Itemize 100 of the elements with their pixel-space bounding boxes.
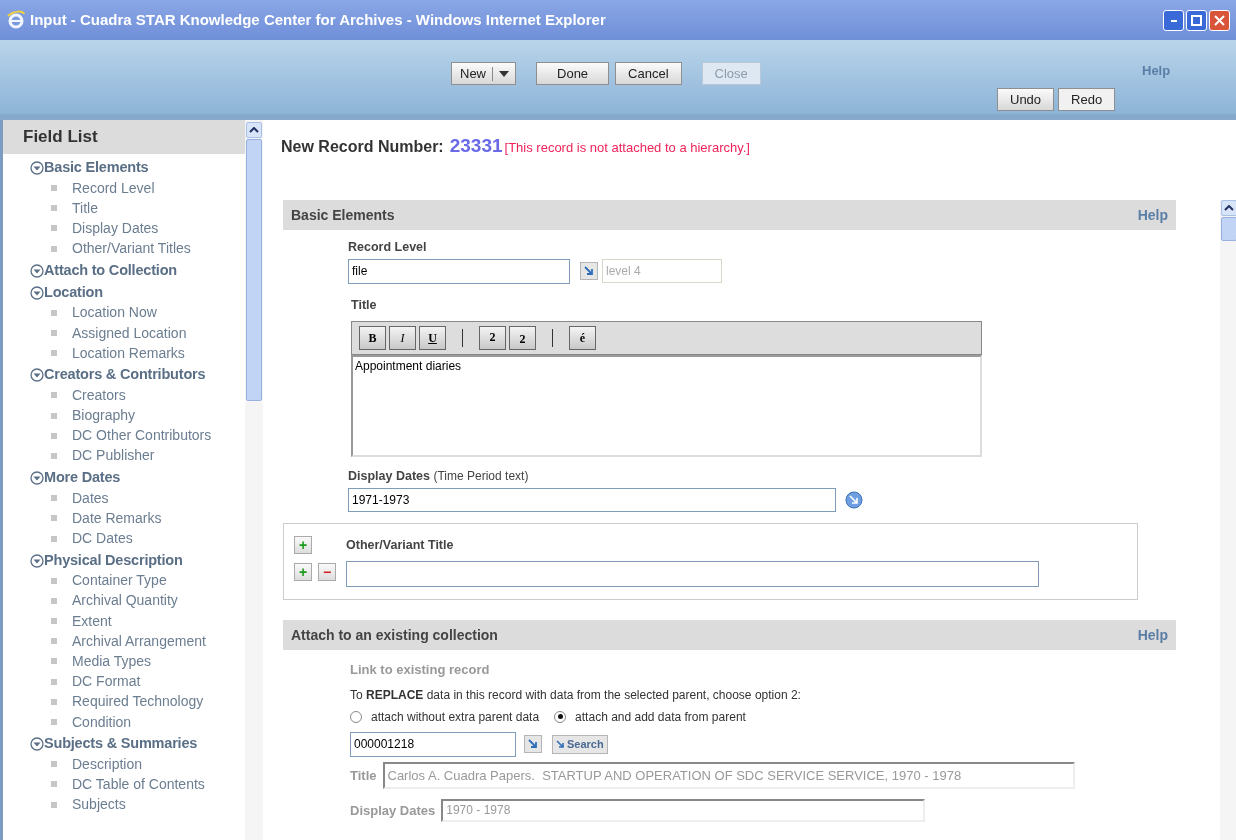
scrollbar[interactable] (1220, 200, 1236, 840)
variant-title-field[interactable] (346, 561, 1039, 588)
bullet-icon (51, 638, 57, 645)
bullet-icon (51, 432, 57, 439)
collapse-icon[interactable] (30, 263, 44, 278)
section-title: Attach to an existing collection (291, 625, 498, 645)
help-link[interactable]: Help (1137, 624, 1168, 646)
bullet-icon (51, 781, 57, 788)
collapse-icon[interactable] (30, 471, 44, 486)
collapse-icon[interactable] (30, 553, 44, 568)
radio-label: attach without extra parent data (371, 708, 540, 726)
field-link[interactable]: Subjects (72, 794, 126, 816)
format-button[interactable]: é (569, 325, 596, 350)
bullet-icon (51, 597, 57, 604)
field-link[interactable]: Extent (72, 610, 112, 632)
title-text-area[interactable]: Appointment diaries (351, 354, 982, 457)
scroll-thumb[interactable] (246, 139, 262, 401)
arrow-icon (584, 266, 594, 277)
field-link[interactable]: Dates (72, 487, 109, 509)
field-link[interactable]: DC Publisher (72, 445, 155, 467)
field-group-link[interactable]: More Dates (44, 467, 121, 489)
field-link[interactable]: Other/Variant Titles (72, 238, 191, 260)
field-label: Record Level (348, 239, 428, 256)
history-button[interactable]: Undo (997, 88, 1055, 111)
field-link[interactable]: Container Type (72, 570, 167, 592)
minimize-button[interactable] (1163, 9, 1184, 31)
format-button[interactable]: U (419, 325, 446, 350)
field-label: Other/Variant Title (346, 537, 454, 555)
collapse-icon[interactable] (30, 161, 44, 175)
field-link[interactable]: Creators (72, 384, 126, 406)
bullet-icon (51, 330, 57, 337)
maximize-button[interactable] (1186, 9, 1207, 31)
parent-dates-field[interactable]: 1970 - 1978 (441, 798, 926, 822)
format-button[interactable]: 2 (509, 325, 536, 350)
window-title: Input - Cuadra STAR Knowledge Center for Archives - Windows Internet Explorer (30, 9, 607, 30)
bullet-icon (51, 801, 57, 808)
field-group-link[interactable]: Subjects & Summaries (44, 733, 198, 755)
collapse-icon[interactable] (30, 737, 44, 752)
lookup-button[interactable] (524, 735, 542, 754)
field-link[interactable]: DC Other Contributors (72, 425, 212, 447)
collapse-icon[interactable] (30, 368, 44, 383)
format-button[interactable]: I (389, 325, 416, 350)
bullet-icon (51, 678, 57, 685)
field-link[interactable]: Media Types (72, 650, 152, 672)
help-link[interactable]: Help (1142, 61, 1171, 81)
collapse-icon[interactable] (30, 285, 44, 300)
format-button[interactable]: 2 (479, 325, 506, 350)
field-link[interactable]: Description (72, 753, 143, 775)
maximize-icon (1191, 14, 1202, 26)
bullet-icon (51, 698, 57, 705)
field-label: Title (350, 766, 377, 785)
close-button[interactable] (1209, 9, 1230, 31)
field-label: Display Dates (350, 801, 436, 820)
field-link[interactable]: Condition (72, 711, 132, 733)
field-link[interactable]: DC Format (72, 671, 141, 693)
field-group-link[interactable]: Location (44, 281, 103, 304)
remove-button[interactable]: − (318, 563, 336, 582)
record-id-field[interactable]: 000001218 (350, 731, 516, 757)
field-link[interactable]: Location Now (72, 302, 157, 324)
record-level-field[interactable]: file (348, 258, 570, 284)
field-link[interactable]: Biography (72, 405, 136, 427)
globe-button[interactable] (845, 491, 863, 510)
add-button[interactable]: + (294, 536, 312, 555)
field-link[interactable]: Archival Quantity (72, 590, 178, 612)
field-group-link[interactable]: Creators & Contributors (44, 364, 206, 387)
field-group-link[interactable]: Physical Description (44, 549, 183, 572)
add-button[interactable]: + (294, 563, 312, 582)
bullet-icon (51, 658, 57, 665)
bullet-icon (51, 535, 57, 542)
record-number-label: New Record Number: (281, 137, 444, 157)
scroll-up-icon (1224, 205, 1234, 211)
field-link[interactable]: Assigned Location (72, 322, 187, 344)
arrow-icon (528, 739, 538, 750)
toolbar-button[interactable]: Cancel (615, 62, 682, 85)
field-link[interactable]: Location Remarks (72, 342, 185, 364)
scroll-thumb[interactable] (1221, 217, 1236, 241)
display-dates-field[interactable]: 1971-1973 (348, 488, 836, 513)
search-button[interactable]: Search (552, 734, 608, 754)
radio-button[interactable] (350, 710, 362, 723)
field-link[interactable]: Display Dates (72, 217, 159, 239)
format-button[interactable]: B (359, 325, 386, 350)
radio-button[interactable] (554, 710, 567, 723)
help-link[interactable]: Help (1137, 204, 1168, 226)
field-group-link[interactable]: Basic Elements (44, 157, 149, 179)
field-label: Title (351, 296, 378, 314)
field-link[interactable]: Required Technology (72, 691, 204, 713)
new-split-button[interactable]: New (451, 62, 516, 85)
history-button[interactable]: Redo (1058, 88, 1116, 111)
field-link[interactable]: Title (72, 197, 98, 219)
field-link[interactable]: DC Table of Contents (72, 773, 205, 795)
field-link[interactable]: Date Remarks (72, 507, 162, 529)
parent-title-field[interactable]: Carlos A. Cuadra Papers. STARTUP AND OPERATION OF SDC SERVICE SERVICE, 1970 - 1978 (382, 761, 1075, 789)
lookup-button[interactable] (580, 262, 598, 281)
field-link[interactable]: Archival Arrangement (72, 630, 206, 652)
level-field[interactable]: level 4 (602, 259, 722, 284)
field-link[interactable]: DC Dates (72, 528, 133, 550)
field-label: Link to existing record (350, 661, 491, 680)
toolbar-button[interactable]: Done (536, 62, 610, 85)
field-link[interactable]: Record Level (72, 177, 155, 199)
field-group-link[interactable]: Attach to Collection (44, 259, 177, 282)
